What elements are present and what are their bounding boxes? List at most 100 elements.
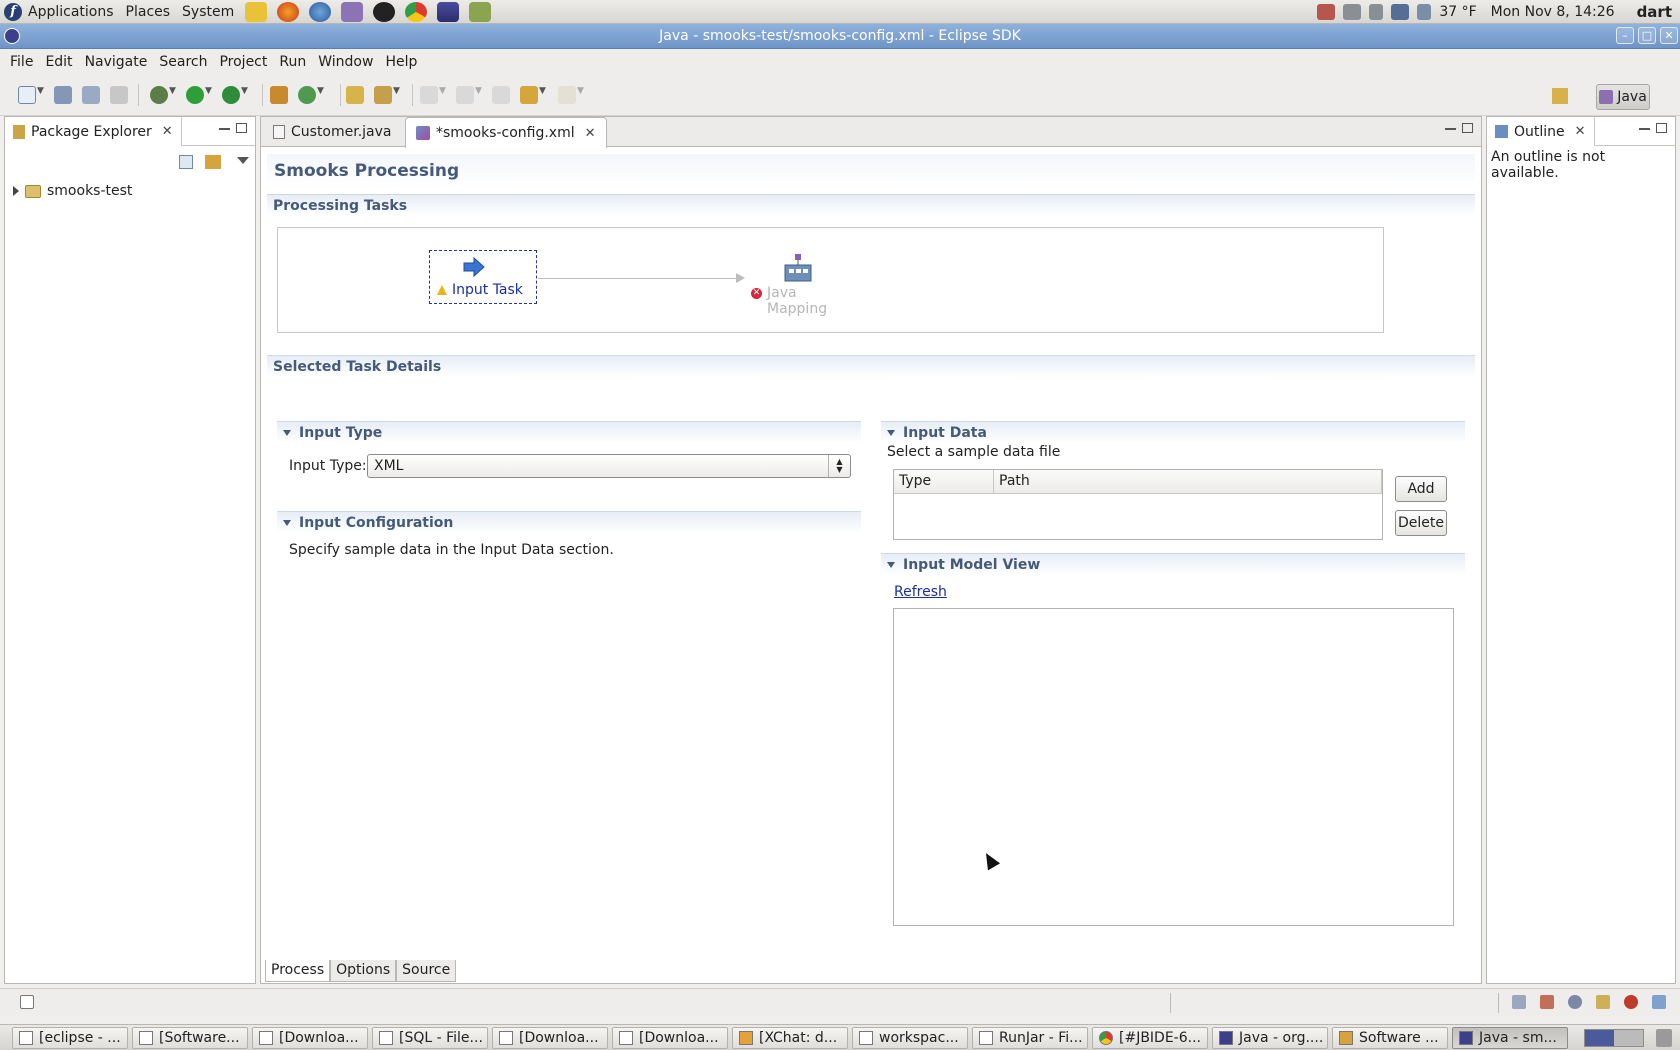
trash-icon[interactable]	[1656, 1029, 1672, 1047]
minimize-view-button[interactable]	[1639, 126, 1650, 130]
forward-icon[interactable]	[558, 86, 576, 104]
tab-process[interactable]: Process	[265, 960, 331, 982]
collapse-twistie-icon[interactable]	[887, 429, 895, 436]
external-tools-dropdown-icon[interactable]: ▼	[241, 86, 248, 96]
taskbar-item[interactable]: workspac...	[852, 1027, 968, 1049]
external-tools-icon[interactable]	[222, 86, 240, 104]
firefox-launcher-icon[interactable]	[277, 1, 300, 22]
run-dropdown-icon[interactable]: ▼	[205, 86, 212, 96]
problems-icon[interactable]	[1540, 995, 1554, 1009]
menu-edit[interactable]: Edit	[39, 54, 78, 70]
network-icon[interactable]	[1343, 4, 1362, 20]
menu-help[interactable]: Help	[379, 54, 423, 70]
refresh-link[interactable]: Refresh	[894, 584, 947, 600]
qq-launcher-icon[interactable]	[373, 1, 396, 22]
close-icon[interactable]: ✕	[585, 126, 596, 141]
maximize-view-button[interactable]	[236, 123, 247, 133]
taskbar-item[interactable]: [eclipse - ...	[12, 1027, 128, 1049]
clock[interactable]: Mon Nov 8, 14:26	[1491, 4, 1615, 20]
error-log-icon[interactable]	[1624, 995, 1638, 1009]
search-icon[interactable]	[374, 86, 392, 104]
maximize-editor-button[interactable]	[1462, 123, 1473, 133]
maximize-view-button[interactable]	[1656, 123, 1667, 133]
new-dropdown-icon[interactable]: ▼	[37, 86, 44, 96]
new-icon[interactable]	[18, 86, 36, 104]
last-edit-location-icon[interactable]	[492, 86, 510, 104]
restore-icon[interactable]	[1512, 995, 1526, 1009]
run-icon[interactable]	[186, 86, 204, 104]
close-window-button[interactable]: ✕	[1660, 27, 1678, 44]
close-icon[interactable]: ✕	[162, 124, 173, 139]
minimize-view-button[interactable]	[219, 126, 230, 130]
javadoc-icon[interactable]	[1568, 995, 1582, 1009]
column-type[interactable]: Type	[894, 470, 994, 493]
next-annotation-dropdown-icon[interactable]: ▼	[439, 86, 446, 96]
taskbar-item[interactable]: [#JBIDE-6...	[1092, 1027, 1208, 1049]
taskbar-item[interactable]: Java - org....	[1212, 1027, 1328, 1049]
taskbar-item[interactable]: [Downloa...	[492, 1027, 608, 1049]
user-name[interactable]: dart	[1637, 3, 1672, 21]
tab-source[interactable]: Source	[396, 960, 457, 982]
column-path[interactable]: Path	[994, 470, 1382, 493]
window-title-bar[interactable]: Java - smooks-test/smooks-config.xml - E…	[0, 24, 1680, 49]
input-type-select[interactable]: XML ▲ ▼	[367, 454, 851, 478]
tab-smooks-config-xml[interactable]: *smooks-config.xml ✕	[405, 117, 607, 148]
tab-customer-java[interactable]: Customer.java	[263, 117, 402, 147]
menu-run[interactable]: Run	[273, 54, 312, 70]
tab-package-explorer[interactable]: Package Explorer ✕	[5, 117, 182, 146]
taskbar-item[interactable]: [SQL - File...	[372, 1027, 488, 1049]
debug-dropdown-icon[interactable]: ▼	[169, 86, 176, 96]
back-icon[interactable]	[520, 86, 538, 104]
menu-search[interactable]: Search	[153, 54, 213, 70]
taskbar-item[interactable]: Software ...	[1332, 1027, 1448, 1049]
places-menu[interactable]: Places	[120, 0, 177, 24]
search-dropdown-icon[interactable]: ▼	[393, 86, 400, 96]
book-launcher-icon[interactable]	[469, 1, 492, 22]
weather-temperature[interactable]: 37 °F	[1439, 4, 1476, 20]
menu-project[interactable]: Project	[213, 54, 273, 70]
system-menu[interactable]: System	[176, 0, 240, 24]
next-annotation-icon[interactable]	[420, 86, 438, 104]
debug-icon[interactable]	[150, 86, 168, 104]
fedora-logo-icon[interactable]: f	[4, 2, 22, 21]
taskbar-item-active[interactable]: Java - sm...	[1452, 1027, 1568, 1049]
menu-window[interactable]: Window	[312, 54, 379, 70]
java-perspective-button[interactable]: Java	[1596, 84, 1650, 110]
taskbar-item[interactable]: [Software...	[132, 1027, 248, 1049]
menu-file[interactable]: File	[4, 54, 39, 70]
display-icon[interactable]	[1391, 4, 1410, 20]
input-model-view-section[interactable]: Input Model View	[881, 553, 1465, 575]
open-perspective-icon[interactable]	[1552, 88, 1568, 104]
notes-launcher-icon[interactable]	[245, 1, 268, 22]
eclipse-window-icon[interactable]	[4, 28, 20, 44]
forward-dropdown-icon[interactable]: ▼	[577, 86, 584, 96]
minimize-window-button[interactable]: –	[1616, 27, 1634, 44]
minimize-editor-button[interactable]	[1445, 126, 1456, 130]
tab-options[interactable]: Options	[330, 960, 397, 982]
previous-annotation-dropdown-icon[interactable]: ▼	[475, 86, 482, 96]
delete-button[interactable]: Delete	[1395, 510, 1447, 536]
new-java-class-icon[interactable]	[298, 86, 316, 104]
declaration-icon[interactable]	[1596, 995, 1610, 1009]
input-task-node[interactable]: Input Task	[429, 250, 537, 304]
taskbar-item[interactable]: [Downloa...	[252, 1027, 368, 1049]
maximize-window-button[interactable]: □	[1638, 27, 1656, 44]
save-all-icon[interactable]	[82, 86, 100, 104]
chrome-launcher-icon[interactable]	[405, 1, 428, 22]
print-icon[interactable]	[110, 86, 128, 104]
collapse-all-icon[interactable]	[179, 155, 193, 169]
input-model-tree[interactable]	[893, 608, 1454, 926]
link-with-editor-icon[interactable]	[205, 155, 221, 169]
close-icon[interactable]: ✕	[1575, 124, 1586, 139]
collapse-twistie-icon[interactable]	[283, 519, 291, 526]
previous-annotation-icon[interactable]	[456, 86, 474, 104]
open-type-icon[interactable]	[346, 86, 364, 104]
workspace-switcher[interactable]	[1584, 1029, 1644, 1047]
pidgin-launcher-icon[interactable]	[341, 1, 364, 22]
save-icon[interactable]	[54, 86, 72, 104]
view-menu-icon[interactable]	[237, 157, 249, 164]
back-dropdown-icon[interactable]: ▼	[539, 86, 546, 96]
collapse-twistie-icon[interactable]	[283, 429, 291, 436]
thunderbird-launcher-icon[interactable]	[309, 1, 332, 22]
expand-arrow-icon[interactable]	[13, 186, 19, 196]
